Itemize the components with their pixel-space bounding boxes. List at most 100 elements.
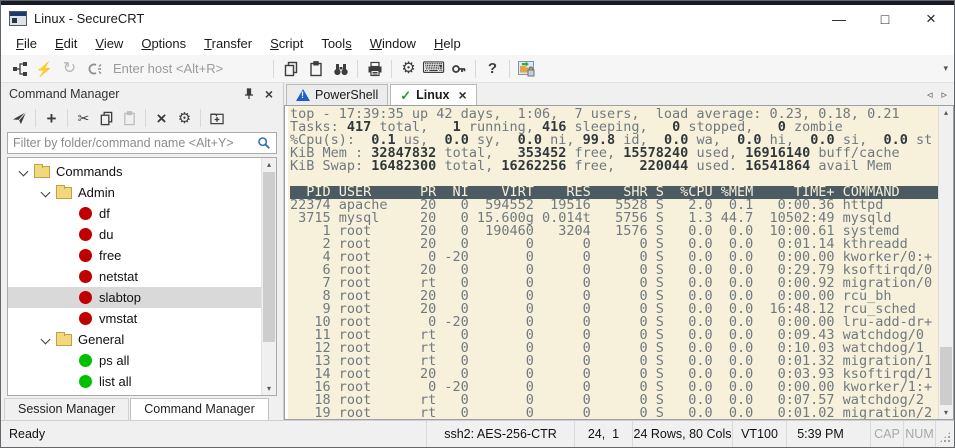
help-icon[interactable]: ? <box>480 57 505 81</box>
maximize-button[interactable]: □ <box>862 5 908 32</box>
scroll-down-icon[interactable]: ▾ <box>939 406 953 419</box>
grip-icon[interactable] <box>938 430 952 444</box>
tree-item-df[interactable]: df <box>8 203 261 224</box>
tree-item-label: du <box>99 227 113 242</box>
chevron-placeholder <box>60 395 76 396</box>
menu-item-file[interactable]: File <box>7 32 46 55</box>
menu-item-help[interactable]: Help <box>425 32 470 55</box>
main-toolbar: ⚡ ↻ ⚙ ⌨ ? ▾ <box>1 55 954 83</box>
reconnect-icon[interactable]: ↻ <box>57 57 82 81</box>
chevron-placeholder <box>60 290 76 306</box>
tree-scrollbar[interactable]: ▴ ▾ <box>261 158 276 395</box>
command-dot-icon <box>79 312 92 325</box>
terminal-line: KiB Swap: 16482300 total, 16262256 free,… <box>290 160 938 173</box>
toolbar-separator <box>35 109 36 127</box>
chevron-down-icon[interactable] <box>38 332 54 348</box>
tree-item-label: free <box>99 248 121 263</box>
filter-input[interactable] <box>8 135 252 151</box>
add-command-icon[interactable]: + <box>40 107 63 129</box>
scroll-up-icon[interactable]: ▴ <box>939 106 953 119</box>
close-button[interactable]: × <box>908 5 954 32</box>
tab-linux[interactable]: ✓Linux× <box>390 84 476 105</box>
tree-item-du[interactable]: du <box>8 224 261 245</box>
tab-close-icon[interactable]: × <box>458 88 466 102</box>
panel-tab-command-manager[interactable]: Command Manager <box>130 398 268 420</box>
folder-icon <box>56 334 72 346</box>
chevron-placeholder <box>60 374 76 390</box>
status-emulation: VT100 <box>732 421 786 447</box>
tree-item-label: netstat <box>99 269 138 284</box>
terminal-scrollbar[interactable]: ▴ ▾ <box>938 106 953 419</box>
scrollbar-thumb[interactable] <box>263 172 275 342</box>
tab-label: Linux <box>416 88 449 102</box>
status-bar: Ready ssh2: AES-256-CTR24, 124 Rows, 80 … <box>1 420 954 447</box>
pin-icon[interactable] <box>239 85 259 103</box>
menu-item-tools[interactable]: Tools <box>312 32 360 55</box>
file-transfer-lock-icon[interactable] <box>514 57 539 81</box>
menu-item-transfer[interactable]: Transfer <box>195 32 261 55</box>
print-icon[interactable] <box>362 57 387 81</box>
tree-item-ps-all[interactable]: ps all <box>8 350 261 371</box>
tree-item-general[interactable]: General <box>8 329 261 350</box>
tree-item-vmstat[interactable]: vmstat <box>8 308 261 329</box>
copy-icon[interactable] <box>278 57 303 81</box>
scroll-up-icon[interactable]: ▴ <box>262 158 276 171</box>
command-manager-panel: Command Manager × + ✂ <box>1 83 284 420</box>
tree-item-slabtop[interactable]: slabtop <box>8 287 261 308</box>
tab-powershell[interactable]: !PowerShell <box>286 84 388 105</box>
status-message: Ready <box>1 427 426 441</box>
disconnect-icon[interactable] <box>82 57 107 81</box>
menu-item-window[interactable]: Window <box>361 32 425 55</box>
panel-title: Command Manager <box>9 87 239 101</box>
copy-icon[interactable] <box>95 107 118 129</box>
tree-item-netstat[interactable]: netstat <box>8 266 261 287</box>
chevron-placeholder <box>60 248 76 264</box>
toolbar-separator <box>273 60 274 78</box>
tab-label: PowerShell <box>315 88 378 102</box>
menu-item-view[interactable]: View <box>86 32 132 55</box>
tree-item-admin[interactable]: Admin <box>8 182 261 203</box>
minimize-button[interactable]: — <box>816 5 862 32</box>
quick-connect-icon[interactable]: ⚡ <box>32 57 57 81</box>
keyboard-icon[interactable]: ⌨ <box>421 57 446 81</box>
status-cells: ssh2: AES-256-CTR24, 124 Rows, 80 ColsVT… <box>426 421 854 447</box>
menu-item-options[interactable]: Options <box>132 32 195 55</box>
menu-item-edit[interactable]: Edit <box>46 32 86 55</box>
title-bar[interactable]: Linux - SecureCRT — □ × <box>1 5 954 32</box>
panel-close-icon[interactable]: × <box>259 85 279 103</box>
menu-item-script[interactable]: Script <box>261 32 312 55</box>
tree-item-cal[interactable]: cal <box>8 392 261 395</box>
connect-sessions-icon[interactable] <box>7 57 32 81</box>
delete-icon[interactable]: × <box>150 107 173 129</box>
find-binoculars-icon[interactable] <box>328 57 353 81</box>
status-cursor-position: 24, 1 <box>574 421 632 447</box>
new-folder-icon[interactable] <box>205 107 228 129</box>
tree-item-label: list all <box>99 374 132 389</box>
tab-next-icon[interactable]: ▹ <box>941 88 947 101</box>
chevron-placeholder <box>60 311 76 327</box>
panel-tab-session-manager[interactable]: Session Manager <box>4 398 129 420</box>
paste-icon[interactable] <box>118 107 141 129</box>
scroll-down-icon[interactable]: ▾ <box>262 382 276 395</box>
key-icon[interactable] <box>446 57 471 81</box>
terminal-screen[interactable]: top - 17:39:35 up 42 days, 1:06, 7 users… <box>288 106 938 419</box>
scrollbar-thumb[interactable] <box>940 347 952 405</box>
terminal-tabbar: !PowerShell✓Linux× ◃ ▹ <box>284 83 954 105</box>
send-command-icon[interactable] <box>8 107 31 129</box>
command-dot-icon <box>79 228 92 241</box>
gear-icon[interactable]: ⚙ <box>396 57 421 81</box>
tree-item-label: General <box>78 332 124 347</box>
gear-icon[interactable]: ⚙ <box>173 107 196 129</box>
terminal-pane: !PowerShell✓Linux× ◃ ▹ top - 17:39:35 up… <box>284 83 954 420</box>
cut-icon[interactable]: ✂ <box>72 107 95 129</box>
tree-item-label: Admin <box>78 185 115 200</box>
tree-item-free[interactable]: free <box>8 245 261 266</box>
chevron-down-icon[interactable] <box>38 185 54 201</box>
host-input[interactable] <box>111 59 261 79</box>
tree-item-commands[interactable]: Commands <box>8 161 261 182</box>
paste-icon[interactable] <box>303 57 328 81</box>
chevron-down-icon[interactable] <box>16 164 32 180</box>
tree-item-list-all[interactable]: list all <box>8 371 261 392</box>
toolbar-overflow-icon[interactable]: ▾ <box>943 63 948 74</box>
tab-prev-icon[interactable]: ◃ <box>927 88 933 101</box>
